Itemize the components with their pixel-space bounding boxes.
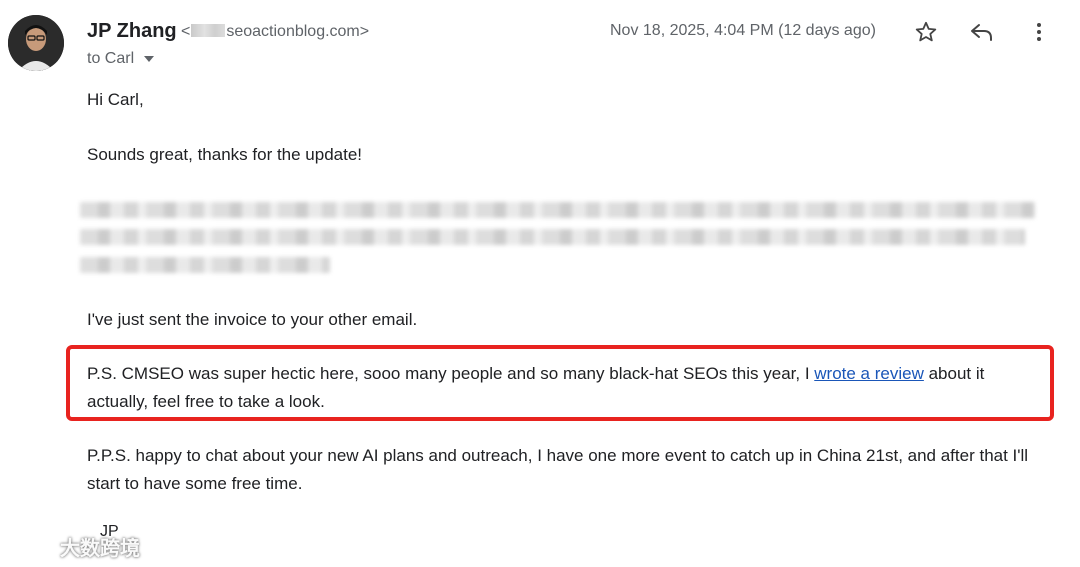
reply-icon[interactable]: [968, 18, 996, 46]
sender-email-prefix: <: [181, 23, 191, 40]
email-line: I've just sent the invoice to your other…: [87, 310, 418, 329]
email-greeting: Hi Carl,: [87, 90, 144, 109]
email-date: Nov 18, 2025, 4:04 PM (12 days ago): [610, 22, 876, 39]
sender-email: < seoactionblog.com>: [181, 23, 369, 41]
redacted-paragraph: [80, 196, 1040, 276]
redacted-email-user: [191, 24, 226, 37]
watermark-logo-icon: [12, 538, 54, 555]
sender-name[interactable]: JP Zhang: [87, 20, 177, 43]
review-link[interactable]: wrote a review: [814, 364, 924, 383]
email-line: Sounds great, thanks for the update!: [87, 145, 363, 164]
watermark: 大数跨境: [10, 532, 140, 561]
caret-down-icon[interactable]: [144, 56, 155, 62]
sender-email-domain: seoactionblog.com>: [226, 23, 370, 40]
more-vert-icon[interactable]: [1025, 18, 1053, 46]
sender-avatar[interactable]: [8, 15, 64, 71]
ps-paragraph: P.S. CMSEO was super hectic here, sooo m…: [87, 360, 1047, 416]
pps-paragraph: P.P.S. happy to chat about your new AI p…: [87, 446, 1029, 493]
ps-text-before: P.S. CMSEO was super hectic here, sooo m…: [87, 364, 815, 383]
watermark-text: 大数跨境: [60, 538, 140, 560]
star-icon[interactable]: [912, 18, 940, 46]
recipient-details[interactable]: to Carl: [87, 50, 155, 68]
recipient-label: to Carl: [87, 50, 135, 67]
